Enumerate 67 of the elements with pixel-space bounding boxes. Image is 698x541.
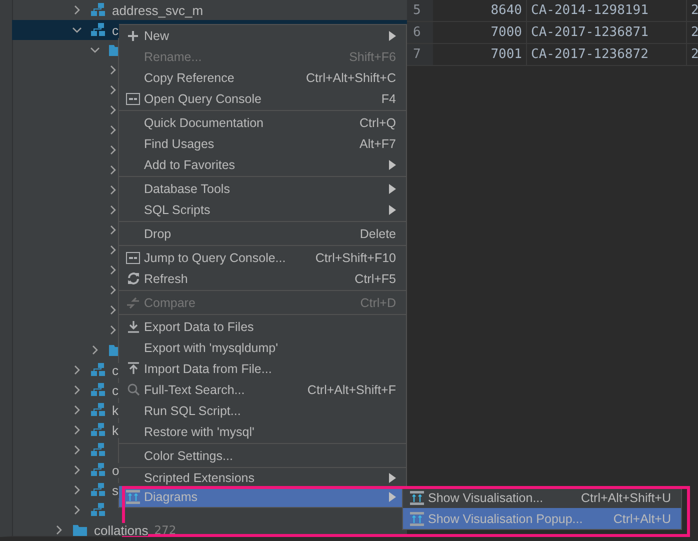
schema-icon xyxy=(90,22,106,38)
menu-item[interactable]: Restore with 'mysql' xyxy=(119,421,406,442)
row-number: 7 xyxy=(407,44,433,65)
menu-item[interactable]: Color Settings... xyxy=(119,445,406,466)
table-cell: CA-2014-1298191 xyxy=(527,0,687,21)
tree-item-label[interactable]: k xyxy=(112,402,118,418)
tree-item-label[interactable]: address_svc_m xyxy=(112,2,204,18)
schema-icon xyxy=(90,2,106,18)
search-icon xyxy=(126,383,140,396)
submenu-arrow-icon xyxy=(388,160,396,170)
menu-item[interactable]: Database Tools xyxy=(119,178,406,199)
menu-item[interactable]: Find Usages Alt+F7 xyxy=(119,133,406,154)
diagram-icon xyxy=(410,490,424,504)
schema-icon xyxy=(90,482,106,498)
menu-item[interactable]: Drop Delete xyxy=(119,223,406,244)
item-count: 272 xyxy=(154,523,176,536)
table-cell: 7001 xyxy=(433,44,527,65)
menu-item[interactable]: Copy Reference Ctrl+Alt+Shift+C xyxy=(119,67,406,88)
menu-item[interactable]: Full-Text Search... Ctrl+Alt+Shift+F xyxy=(119,379,406,400)
diagram-icon xyxy=(126,490,140,504)
schema-icon xyxy=(90,442,106,458)
submenu-arrow-icon xyxy=(388,184,396,194)
tree-item-label[interactable]: s xyxy=(112,482,118,498)
menu-item[interactable]: Jump to Query Console... Ctrl+Shift+F10 xyxy=(119,247,406,268)
table-cell: CA-2017-1236872 xyxy=(527,44,687,65)
table-cell: 2 xyxy=(687,22,698,43)
table-cell: CA-2017-1236871 xyxy=(527,22,687,43)
folder-icon xyxy=(72,522,88,536)
menu-item[interactable]: Refresh Ctrl+F5 xyxy=(119,268,406,289)
menu-item[interactable]: Run SQL Script... xyxy=(119,400,406,421)
tree-item-label[interactable]: c xyxy=(112,22,118,38)
row-number: 5 xyxy=(407,0,433,21)
menu-item[interactable]: Import Data from File... xyxy=(119,358,406,379)
console-icon xyxy=(126,92,140,104)
table-cell: 2 xyxy=(687,0,698,21)
menu-item[interactable]: New xyxy=(119,25,406,46)
submenu-arrow-icon xyxy=(388,30,396,40)
tree-item-label[interactable]: k xyxy=(112,422,118,438)
menu-item[interactable]: Scripted Extensions xyxy=(119,469,406,486)
plus-icon xyxy=(127,30,139,42)
refresh-icon xyxy=(126,272,140,285)
schema-icon xyxy=(90,422,106,438)
console-icon xyxy=(126,252,140,264)
table-cell: 7000 xyxy=(433,22,527,43)
schema-icon xyxy=(90,382,106,398)
submenu-arrow-icon xyxy=(388,204,396,214)
menu-item[interactable]: Add to Favorites xyxy=(119,154,406,175)
menu-item[interactable]: SQL Scripts xyxy=(119,199,406,220)
menu-item[interactable]: Open Query Console F4 xyxy=(119,88,406,109)
tree-item-label[interactable]: collations xyxy=(94,522,148,536)
table-cell: 2 xyxy=(687,44,698,65)
row-number: 6 xyxy=(407,22,433,43)
tree-item-label[interactable]: o xyxy=(112,462,120,478)
upload-icon xyxy=(126,362,140,375)
schema-icon xyxy=(90,462,106,478)
table-cell: 8640 xyxy=(433,0,527,21)
compare-icon xyxy=(126,296,140,310)
download-icon xyxy=(126,320,140,333)
schema-icon xyxy=(90,362,106,378)
menu-item[interactable]: Export with 'mysqldump' xyxy=(119,337,406,358)
schema-icon xyxy=(90,502,106,518)
schema-icon xyxy=(90,402,106,418)
tree-item-label[interactable]: c xyxy=(112,382,118,398)
tree-item-label[interactable]: c xyxy=(112,362,118,378)
diagram-icon xyxy=(410,512,424,526)
menu-item[interactable]: Quick Documentation Ctrl+Q xyxy=(119,112,406,133)
menu-item[interactable]: Export Data to Files xyxy=(119,316,406,337)
